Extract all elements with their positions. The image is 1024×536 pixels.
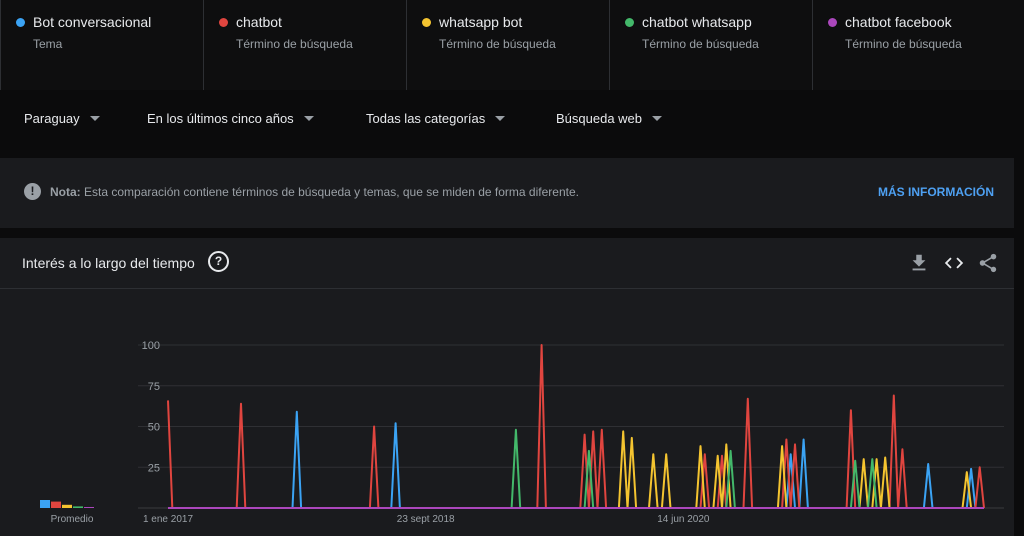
- y-tick-label: 50: [148, 422, 160, 434]
- term-name: Bot conversacional: [33, 14, 152, 30]
- note-body: Esta comparación contiene términos de bú…: [84, 185, 579, 199]
- y-tick-label: 75: [148, 381, 160, 393]
- term-name: whatsapp bot: [439, 14, 523, 30]
- average-bar: [40, 500, 50, 508]
- series-line: [168, 428, 984, 509]
- term-card-chatbot-facebook[interactable]: chatbot facebook Término de búsqueda: [812, 0, 1024, 90]
- series-color-dot: [219, 18, 228, 27]
- x-tick-label: 23 sept 2018: [397, 514, 455, 525]
- note-label: Nota:: [50, 185, 81, 199]
- term-name: chatbot: [236, 14, 282, 30]
- filters-bar: Paraguay En los últimos cinco años Todas…: [0, 90, 1024, 148]
- period-value: En los últimos cinco años: [147, 111, 294, 126]
- y-tick-label: 100: [142, 340, 160, 352]
- term-type: Término de búsqueda: [439, 37, 556, 51]
- average-bar: [73, 506, 83, 508]
- category-dropdown[interactable]: Todas las categorías: [366, 111, 506, 126]
- comparison-terms-bar: Bot conversacional Tema chatbot Término …: [0, 0, 1024, 90]
- caret-down-icon: [89, 116, 100, 121]
- note-text: Nota: Esta comparación contiene términos…: [50, 185, 579, 199]
- search-type-value: Búsqueda web: [556, 111, 643, 126]
- caret-down-icon: [652, 116, 663, 121]
- term-type: Término de búsqueda: [845, 37, 962, 51]
- term-type: Término de búsqueda: [236, 37, 353, 51]
- series-color-dot: [422, 18, 431, 27]
- caret-down-icon: [303, 116, 314, 121]
- average-bar: [51, 501, 61, 508]
- caret-down-icon: [495, 116, 506, 121]
- term-name: chatbot whatsapp: [642, 14, 752, 30]
- term-name: chatbot facebook: [845, 14, 952, 30]
- series-color-dot: [16, 18, 25, 27]
- x-tick-label: 1 ene 2017: [143, 514, 193, 525]
- series-color-dot: [828, 18, 837, 27]
- term-card-whatsapp-bot[interactable]: whatsapp bot Término de búsqueda: [406, 0, 609, 90]
- search-type-dropdown[interactable]: Búsqueda web: [556, 111, 663, 126]
- info-icon: !: [24, 183, 41, 200]
- term-card-chatbot-whatsapp[interactable]: chatbot whatsapp Término de búsqueda: [609, 0, 812, 90]
- term-type: Tema: [33, 37, 63, 51]
- more-info-link[interactable]: MÁS INFORMACIÓN: [878, 185, 994, 199]
- term-type: Término de búsqueda: [642, 37, 759, 51]
- average-bar: [84, 507, 94, 508]
- interest-over-time-card: Interés a lo largo del tiempo ? 25 50 75 10…: [0, 238, 1014, 536]
- term-card-bot-conversacional[interactable]: Bot conversacional Tema: [0, 0, 203, 90]
- term-card-chatbot[interactable]: chatbot Término de búsqueda: [203, 0, 406, 90]
- period-dropdown[interactable]: En los últimos cinco años: [147, 111, 314, 126]
- series-line: [168, 430, 984, 509]
- category-value: Todas las categorías: [366, 111, 486, 126]
- series-color-dot: [625, 18, 634, 27]
- x-tick-label: 14 jun 2020: [657, 514, 710, 525]
- region-value: Paraguay: [24, 111, 80, 126]
- average-bar: [62, 504, 72, 508]
- average-label: Promedio: [51, 514, 94, 525]
- y-tick-label: 25: [148, 462, 160, 474]
- interest-chart: 25 50 75 100 1 ene 2017 23 sept 2018 14 jun 20…: [40, 340, 1004, 525]
- comparison-note: ! Nota: Esta comparación contiene términ…: [0, 158, 1014, 228]
- region-dropdown[interactable]: Paraguay: [24, 111, 100, 126]
